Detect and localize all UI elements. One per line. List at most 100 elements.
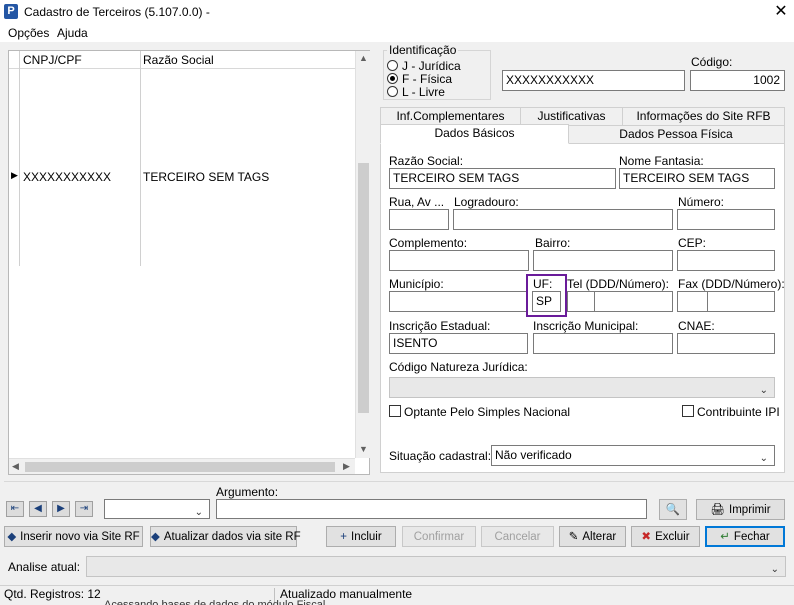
title-bar: P Cadastro de Terceiros (5.107.0.0) - ✕ <box>0 0 794 24</box>
delete-icon: ✖ <box>641 531 652 543</box>
button-label: Inserir novo via Site RF <box>20 531 140 543</box>
documento-input[interactable]: XXXXXXXXXXX <box>502 70 685 91</box>
codigo-natureza-select[interactable]: ⌄ <box>389 377 775 398</box>
analise-label: Analise atual: <box>8 560 81 574</box>
uf-highlight-box <box>526 274 567 317</box>
edit-icon: ✎ <box>568 531 579 543</box>
identificacao-label: Identificação <box>387 43 459 57</box>
first-record-button[interactable]: ⇤ <box>6 501 24 517</box>
radio-livre[interactable] <box>387 86 398 97</box>
codigo-label: Código: <box>691 55 733 69</box>
close-icon[interactable]: ✕ <box>770 1 792 23</box>
grid-vertical-scrollbar[interactable]: ▲ ▼ <box>355 51 370 458</box>
grid-header: CNPJ/CPF Razão Social <box>9 51 355 69</box>
codigo-natureza-label: Código Natureza Jurídica: <box>389 360 528 374</box>
complemento-input[interactable] <box>389 250 529 271</box>
column-header-razao[interactable]: Razão Social <box>143 53 214 67</box>
optante-simples-checkbox[interactable] <box>389 405 401 417</box>
cnae-input[interactable] <box>677 333 775 354</box>
cancelar-button[interactable]: Cancelar <box>481 526 554 547</box>
numero-input[interactable] <box>677 209 775 230</box>
scroll-left-icon[interactable]: ◀ <box>12 461 19 472</box>
search-button[interactable]: 🔍 <box>659 499 687 520</box>
button-label: Incluir <box>351 531 382 543</box>
contribuinte-ipi-checkbox[interactable] <box>682 405 694 417</box>
select-value: Não verificado <box>495 448 572 462</box>
grid-horizontal-scrollbar[interactable]: ◀ ▶ <box>9 458 355 474</box>
tab-dados-pessoa-fisica[interactable]: Dados Pessoa Física <box>567 125 785 144</box>
scroll-right-icon[interactable]: ▶ <box>343 461 350 472</box>
rua-input[interactable] <box>389 209 449 230</box>
confirmar-button[interactable]: Confirmar <box>402 526 476 547</box>
plus-icon: + <box>340 531 348 543</box>
municipio-label: Município: <box>389 277 444 291</box>
tel-ddd-input[interactable] <box>567 291 595 312</box>
button-label: Atualizar dados via site RF <box>163 531 301 543</box>
bairro-label: Bairro: <box>535 236 571 250</box>
fax-ddd-input[interactable] <box>677 291 708 312</box>
prev-record-button[interactable]: ◀ <box>29 501 47 517</box>
inserir-rf-button[interactable]: ◆ Inserir novo via Site RF <box>4 526 143 547</box>
button-label: Alterar <box>582 531 617 543</box>
divider <box>4 481 794 482</box>
argumento-input[interactable] <box>216 499 647 519</box>
scroll-down-icon[interactable]: ▼ <box>359 444 368 454</box>
tab-dados-basicos[interactable]: Dados Básicos <box>380 124 569 144</box>
inscricao-municipal-label: Inscrição Municipal: <box>533 319 639 333</box>
button-label: Excluir <box>655 531 690 543</box>
scroll-thumb[interactable] <box>358 163 369 413</box>
radio-fisica[interactable] <box>387 73 398 84</box>
fechar-button[interactable]: ↵ Fechar <box>705 526 785 547</box>
fax-numero-input[interactable] <box>707 291 775 312</box>
terceiros-grid[interactable]: CNPJ/CPF Razão Social ▶ XXXXXXXXXXX TERC… <box>8 50 370 475</box>
argumento-label: Argumento: <box>216 485 279 499</box>
search-field-select[interactable]: ⌄ <box>104 499 210 519</box>
chevron-down-icon: ⌄ <box>770 564 779 575</box>
logradouro-input[interactable] <box>453 209 673 230</box>
scroll-thumb[interactable] <box>25 462 335 472</box>
cep-input[interactable] <box>677 250 775 271</box>
scroll-up-icon[interactable]: ▲ <box>359 53 368 63</box>
table-row[interactable]: ▶ XXXXXXXXXXX TERCEIRO SEM TAGS <box>9 168 355 186</box>
codigo-input[interactable]: 1002 <box>690 70 785 91</box>
rua-label: Rua, Av ... <box>389 195 445 209</box>
next-record-button[interactable]: ▶ <box>52 501 70 517</box>
situacao-select[interactable]: Não verificado ⌄ <box>491 445 775 466</box>
status-registros: Qtd. Registros: 12 <box>4 587 101 601</box>
razao-social-input[interactable]: TERCEIRO SEM TAGS <box>389 168 616 189</box>
status-bar: Qtd. Registros: 12 Atualizado manualment… <box>0 585 794 605</box>
tel-label: Tel (DDD/Número): <box>567 277 670 291</box>
column-divider <box>19 51 20 266</box>
excluir-button[interactable]: ✖ Excluir <box>631 526 700 547</box>
bairro-input[interactable] <box>533 250 673 271</box>
municipio-input[interactable] <box>389 291 528 312</box>
search-icon: 🔍 <box>665 504 681 516</box>
inscricao-estadual-input[interactable]: ISENTO <box>389 333 528 354</box>
diamond-icon: ◆ <box>7 531 17 543</box>
razao-social-label: Razão Social: <box>389 154 464 168</box>
radio-label: L - Livre <box>402 85 445 99</box>
app-logo-icon: P <box>4 4 18 19</box>
inscricao-municipal-input[interactable] <box>533 333 673 354</box>
incluir-button[interactable]: + Incluir <box>326 526 396 547</box>
tab-informacoes-site-rfb[interactable]: Informações do Site RFB <box>622 107 785 126</box>
tel-numero-input[interactable] <box>594 291 673 312</box>
cell-razao: TERCEIRO SEM TAGS <box>143 170 270 184</box>
alterar-button[interactable]: ✎ Alterar <box>559 526 626 547</box>
nome-fantasia-input[interactable]: TERCEIRO SEM TAGS <box>619 168 775 189</box>
column-header-cnpj[interactable]: CNPJ/CPF <box>23 53 82 67</box>
status-hidden-text: Acessando bases de dados do módulo Fisca… <box>104 599 335 605</box>
radio-juridica[interactable] <box>387 60 398 71</box>
menu-ajuda[interactable]: Ajuda <box>57 24 88 42</box>
column-divider <box>140 51 141 266</box>
imprimir-button[interactable]: 🖨 Imprimir <box>696 499 785 520</box>
button-label: Fechar <box>733 531 770 543</box>
menu-opcoes[interactable]: Opções <box>8 24 49 42</box>
situacao-label: Situação cadastral: <box>389 449 492 463</box>
exit-icon: ↵ <box>720 531 730 543</box>
last-record-button[interactable]: ⇥ <box>75 501 93 517</box>
radio-label: J - Jurídica <box>402 59 461 73</box>
analise-select[interactable]: ⌄ <box>86 556 786 577</box>
fax-label: Fax (DDD/Número): <box>678 277 785 291</box>
atualizar-rf-button[interactable]: ◆ Atualizar dados via site RF <box>150 526 301 547</box>
